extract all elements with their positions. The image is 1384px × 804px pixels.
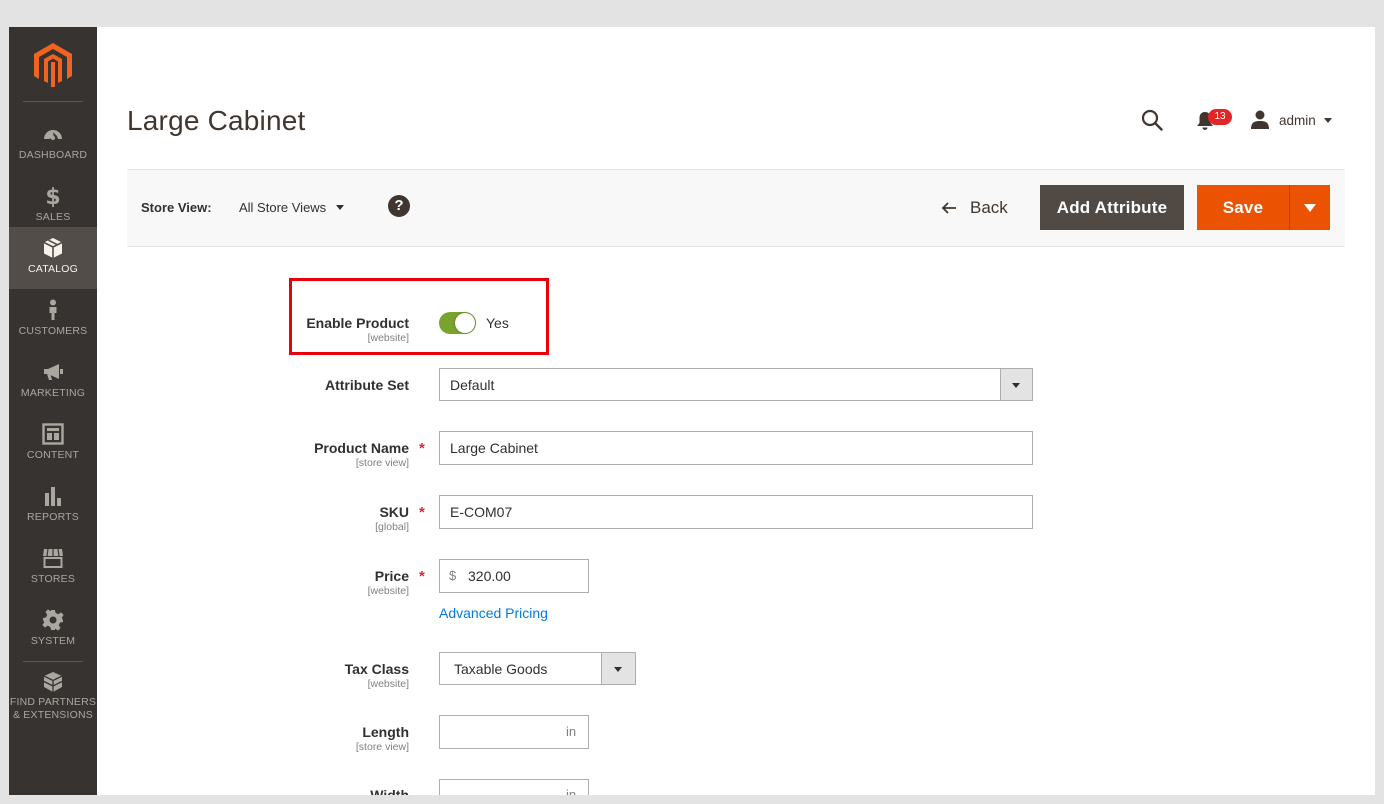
page-title: Large Cabinet (127, 105, 306, 136)
price-input[interactable] (439, 559, 589, 593)
user-name: admin (1279, 112, 1316, 128)
sidebar-item-label: STORES (30, 573, 76, 585)
add-attribute-button[interactable]: Add Attribute (1040, 185, 1184, 230)
triangle-down-icon (1304, 204, 1316, 212)
select-toggle (1000, 369, 1032, 400)
tax-class-select[interactable]: Taxable Goods (439, 652, 636, 685)
admin-sidebar: DASHBOARD $ SALES CATALOG CUSTOMERS MARK… (9, 27, 97, 795)
toggle-knob (455, 313, 475, 333)
user-icon (1251, 110, 1269, 129)
box-icon (43, 238, 63, 258)
dashboard-icon (44, 130, 62, 140)
price-label: Price (374, 568, 409, 584)
attribute-set-select[interactable]: Default (439, 368, 1033, 401)
save-options-toggle[interactable] (1289, 185, 1330, 230)
sidebar-item-find-partners[interactable]: FIND PARTNERS & EXTENSIONS (9, 665, 97, 727)
tax-class-label: Tax Class (344, 661, 409, 677)
attribute-set-value: Default (450, 377, 495, 393)
help-icon[interactable]: ? (388, 195, 410, 217)
required-marker: * (419, 504, 425, 521)
sidebar-item-label: SALES (35, 211, 71, 223)
sidebar-divider (23, 101, 83, 102)
tax-class-value: Taxable Goods (454, 661, 548, 677)
user-menu[interactable]: admin (1251, 109, 1332, 131)
chevron-down-icon (1323, 117, 1332, 123)
enable-product-scope: [website] (367, 332, 409, 344)
notification-badge[interactable]: 13 (1208, 109, 1232, 125)
bar-chart-icon (45, 487, 61, 506)
sidebar-item-label: CATALOG (27, 263, 79, 275)
sku-input[interactable] (439, 495, 1033, 529)
admin-window: DASHBOARD $ SALES CATALOG CUSTOMERS MARK… (9, 27, 1375, 795)
svg-text:$: $ (45, 185, 60, 207)
sidebar-item-system[interactable]: SYSTEM (9, 599, 97, 661)
magento-logo-icon[interactable] (34, 43, 72, 87)
length-unit: in (566, 724, 577, 739)
triangle-down-icon (1012, 383, 1020, 388)
sku-label: SKU (379, 504, 409, 520)
store-view-switcher[interactable]: All Store Views (239, 200, 345, 215)
required-marker: * (419, 440, 425, 457)
enable-product-toggle[interactable] (439, 312, 476, 334)
back-button[interactable]: Back (941, 196, 1008, 220)
product-name-label: Product Name (314, 440, 409, 456)
sku-scope: [global] (375, 521, 409, 533)
sidebar-divider (23, 661, 83, 662)
length-label: Length (362, 724, 409, 740)
width-unit: in (566, 787, 577, 795)
sidebar-item-stores[interactable]: STORES (9, 537, 97, 599)
sidebar-item-label: CONTENT (26, 449, 80, 461)
sidebar-item-dashboard[interactable]: DASHBOARD (9, 113, 97, 175)
chevron-down-icon (336, 205, 345, 210)
save-button[interactable]: Save (1197, 185, 1289, 230)
tax-class-scope: [website] (367, 678, 409, 690)
width-label: Width (370, 787, 409, 795)
sidebar-item-label: DASHBOARD (18, 149, 88, 161)
attribute-set-label: Attribute Set (325, 377, 409, 393)
sidebar-item-catalog[interactable]: CATALOG (9, 227, 97, 289)
store-view-label: Store View: (141, 200, 212, 215)
sidebar-item-label: SYSTEM (30, 635, 76, 647)
sidebar-item-label: & EXTENSIONS (12, 709, 93, 721)
product-name-scope: [store view] (355, 457, 409, 469)
currency-prefix: $ (449, 568, 457, 583)
sidebar-item-label: FIND PARTNERS (9, 696, 97, 708)
advanced-pricing-link[interactable]: Advanced Pricing (439, 605, 548, 621)
enable-product-label: Enable Product (306, 315, 409, 331)
sidebar-item-reports[interactable]: REPORTS (9, 475, 97, 537)
gear-icon (42, 609, 64, 631)
back-label: Back (970, 198, 1008, 217)
layout-icon (42, 423, 64, 445)
arrow-left-icon (941, 202, 956, 214)
search-icon[interactable] (1141, 109, 1163, 131)
enable-product-value: Yes (486, 315, 509, 331)
sidebar-item-label: MARKETING (20, 387, 86, 399)
sidebar-item-marketing[interactable]: MARKETING (9, 351, 97, 413)
megaphone-icon (44, 364, 63, 380)
blocks-icon (43, 672, 63, 692)
store-view-value: All Store Views (239, 200, 327, 215)
sidebar-item-label: CUSTOMERS (18, 325, 88, 337)
length-scope: [store view] (355, 741, 409, 753)
page-actions-toolbar: Store View: All Store Views ? Back Add A… (127, 169, 1345, 247)
price-scope: [website] (367, 585, 409, 597)
required-marker: * (419, 568, 425, 585)
storefront-icon (43, 548, 63, 568)
sidebar-item-customers[interactable]: CUSTOMERS (9, 289, 97, 351)
sidebar-item-label: REPORTS (27, 511, 79, 523)
triangle-down-icon (614, 667, 622, 672)
select-toggle (601, 653, 635, 684)
dollar-icon: $ (45, 185, 60, 207)
product-name-input[interactable] (439, 431, 1033, 465)
sidebar-item-content[interactable]: CONTENT (9, 413, 97, 475)
person-icon (49, 299, 57, 320)
